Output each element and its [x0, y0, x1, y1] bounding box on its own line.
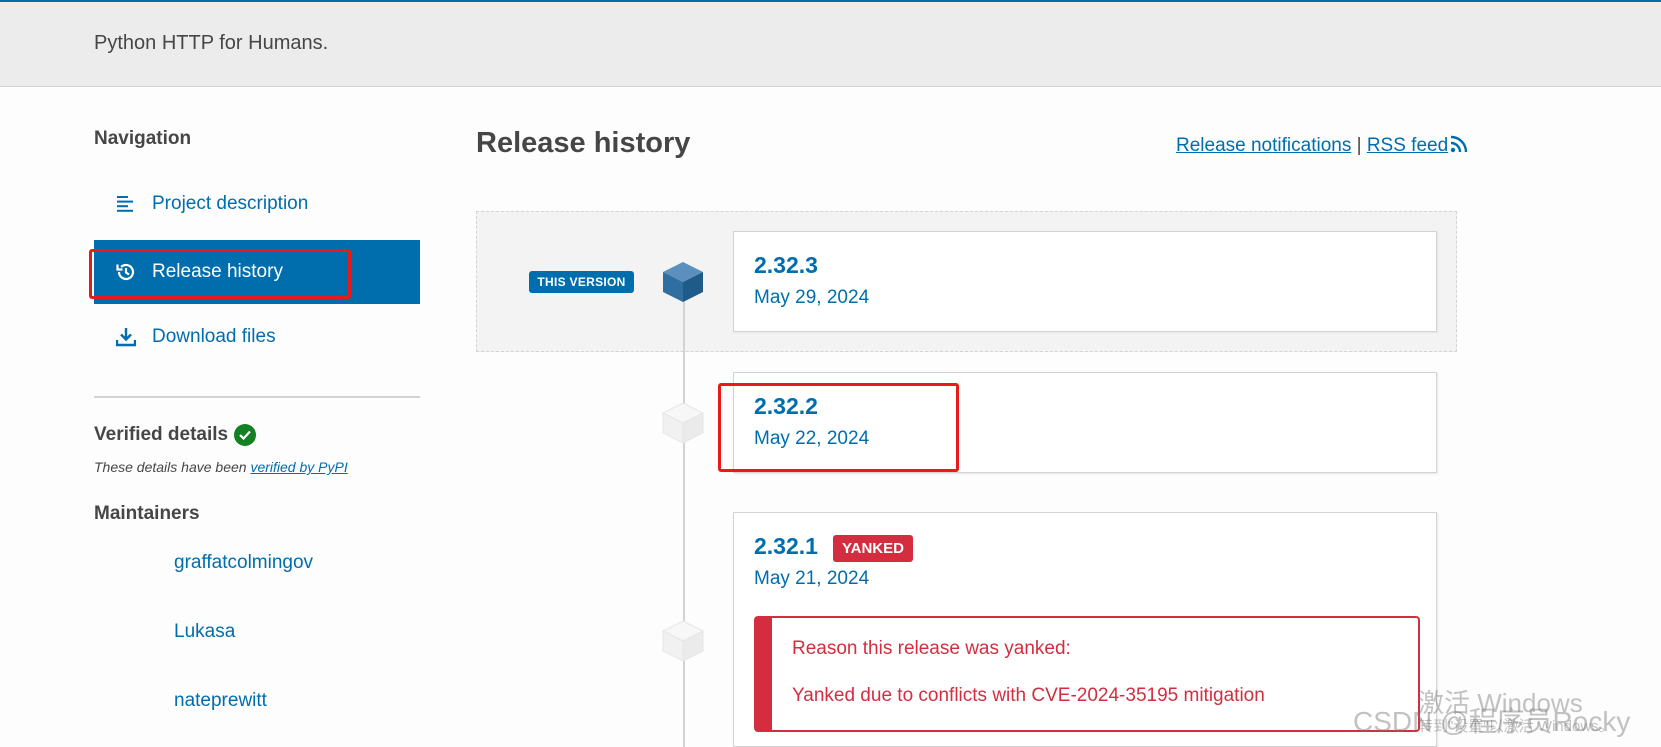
rss-icon — [1450, 135, 1468, 159]
release-links: Release notifications | RSS feed — [1176, 135, 1468, 159]
project-header: Python HTTP for Humans. — [0, 0, 1661, 87]
download-icon — [114, 325, 138, 349]
rss-feed-label: RSS feed — [1366, 135, 1449, 156]
project-summary: Python HTTP for Humans. — [94, 32, 329, 54]
release-date: May 21, 2024 — [754, 568, 870, 589]
highlight-box-version-2-32-2 — [718, 383, 959, 472]
verified-note: These details have been verified by PyPI — [94, 459, 348, 475]
release-date: May 29, 2024 — [754, 287, 870, 308]
verified-details-heading: Verified details — [94, 424, 257, 446]
verified-check-icon — [234, 424, 257, 446]
current-release-cube-icon — [661, 260, 705, 304]
nav-project-description[interactable]: Project description — [94, 172, 420, 236]
maintainer-link[interactable]: graffatcolmingov — [174, 552, 313, 574]
release-card-yanked[interactable]: 2.32.1 YANKED May 21, 2024 Reason this r… — [733, 512, 1437, 747]
release-notifications-link[interactable]: Release notifications — [1176, 135, 1351, 156]
page-title: Release history — [476, 127, 691, 159]
link-separator: | — [1356, 135, 1362, 156]
sidebar-divider — [94, 396, 420, 398]
this-version-badge: THIS VERSION — [529, 271, 634, 293]
highlight-box-release-history — [89, 249, 351, 299]
yank-reason-box: Reason this release was yanked: Yanked d… — [754, 616, 1420, 732]
verified-details-label: Verified details — [94, 424, 229, 445]
windows-activation-hint: 转到"设置"以激活 Windows。 — [1418, 718, 1614, 735]
nav-label: Project description — [152, 193, 309, 214]
maintainers-heading: Maintainers — [94, 503, 200, 524]
maintainer-link[interactable]: Lukasa — [174, 621, 235, 643]
release-card[interactable]: 2.32.3 May 29, 2024 — [733, 231, 1437, 332]
yank-reason-title: Reason this release was yanked: — [792, 638, 1071, 659]
nav-download-files[interactable]: Download files — [94, 305, 420, 369]
align-left-icon — [114, 192, 138, 216]
verified-by-pypi-link[interactable]: verified by PyPI — [250, 459, 347, 475]
release-version: 2.32.3 — [754, 252, 818, 278]
yank-reason-text: Yanked due to conflicts with CVE-2024-35… — [792, 685, 1265, 706]
nav-label: Download files — [152, 326, 276, 347]
timeline-line — [683, 300, 685, 747]
yanked-badge: YANKED — [833, 535, 913, 562]
release-version: 2.32.1 — [754, 533, 818, 559]
release-cube-icon — [661, 619, 705, 663]
rss-feed-link[interactable]: RSS feed — [1367, 135, 1468, 156]
verified-note-text: These details have been — [94, 459, 251, 475]
navigation-heading: Navigation — [94, 128, 192, 149]
release-cube-icon — [661, 401, 705, 445]
maintainer-link[interactable]: nateprewitt — [174, 690, 267, 712]
